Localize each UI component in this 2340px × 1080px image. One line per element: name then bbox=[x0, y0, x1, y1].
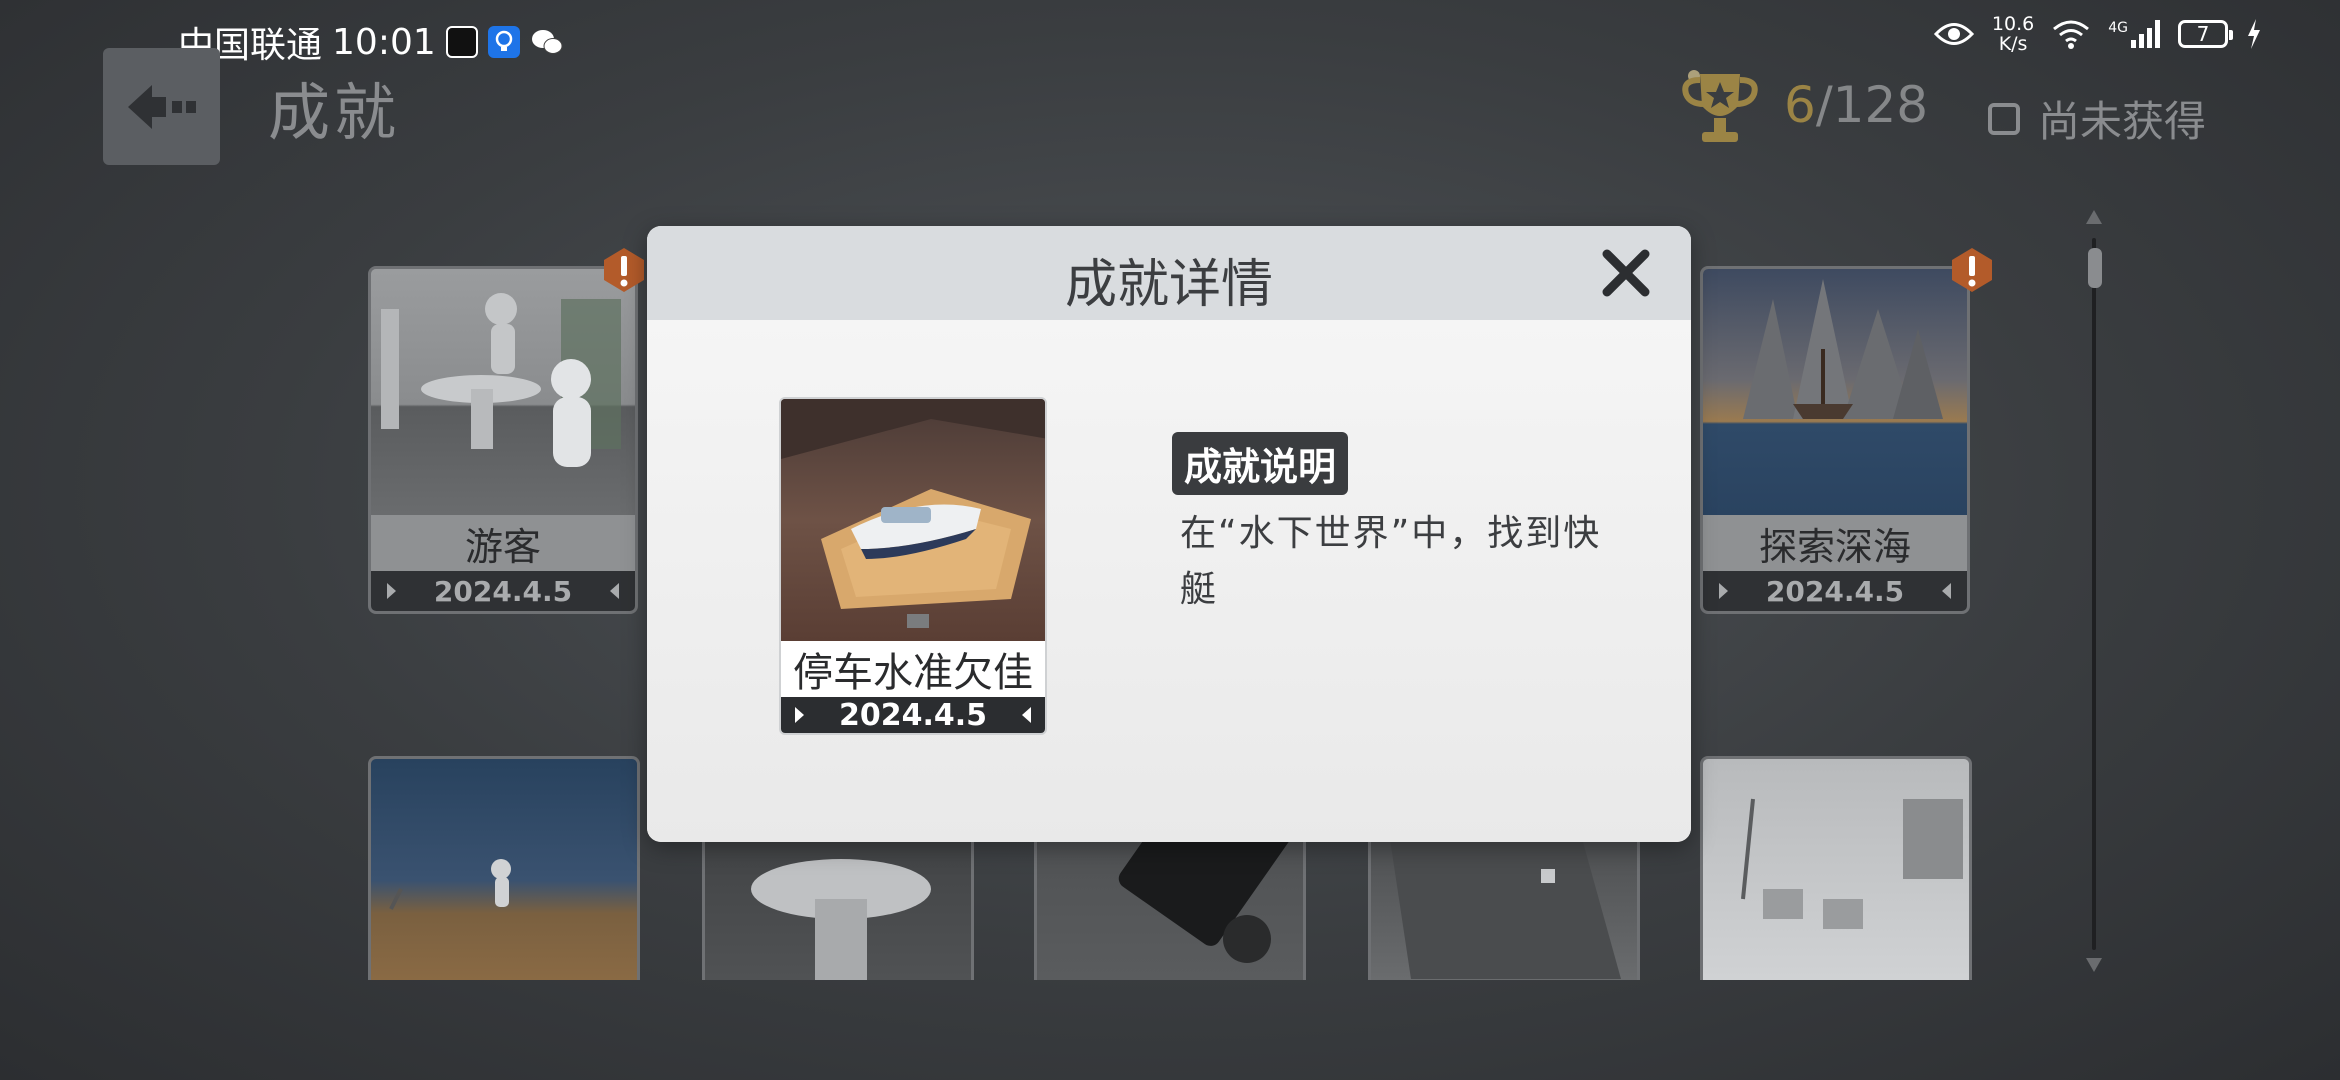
date-left-arrow-icon bbox=[387, 583, 396, 599]
unearned-filter-label: 尚未获得 bbox=[2038, 97, 2207, 146]
achievement-thumbnail bbox=[1703, 269, 1967, 515]
battery-icon: 7 bbox=[2178, 20, 2233, 48]
achievement-date-bar: 2024.4.5 bbox=[1703, 571, 1967, 611]
dialog-title: 成就详情 bbox=[1064, 255, 1273, 315]
date-right-arrow-icon bbox=[609, 583, 619, 599]
achievement-card[interactable]: 探索深海 2024.4.5 bbox=[1700, 266, 1970, 614]
status-bar-left: 中国联通 10:01 bbox=[178, 16, 563, 68]
achievement-card[interactable] bbox=[1700, 756, 1972, 980]
scroll-track-line bbox=[2092, 238, 2096, 950]
achievement-card[interactable] bbox=[368, 756, 640, 980]
wifi-icon bbox=[2053, 20, 2090, 49]
date-left-arrow-icon bbox=[1719, 583, 1728, 599]
description-tag: 成就说明 bbox=[1172, 432, 1349, 495]
achievement-card[interactable]: 游客 2024.4.5 bbox=[368, 266, 638, 614]
page-title: 成就 bbox=[268, 76, 401, 149]
unearned-checkbox[interactable] bbox=[1988, 102, 2020, 135]
date-left-arrow-icon bbox=[795, 707, 804, 723]
achievement-date: 2024.4.5 bbox=[433, 574, 573, 608]
achievement-name: 停车水准欠佳 bbox=[781, 641, 1045, 697]
scrollbar[interactable] bbox=[2086, 210, 2102, 972]
net-speed-unit: K/s bbox=[1998, 33, 2028, 55]
earned-count: 6 bbox=[1784, 76, 1816, 134]
scroll-up-arrow-icon[interactable] bbox=[2086, 210, 2102, 224]
close-icon[interactable] bbox=[1597, 244, 1655, 302]
alert-badge-icon bbox=[604, 248, 644, 292]
dialog-header: 成就详情 bbox=[647, 226, 1691, 320]
net-speed: 10.6 K/s bbox=[1992, 14, 2034, 54]
achievement-thumbnail bbox=[371, 269, 635, 515]
wechat-icon bbox=[530, 26, 563, 58]
total-count: /128 bbox=[1815, 76, 1929, 134]
achievement-date-bar: 2024.4.5 bbox=[371, 571, 635, 611]
achievement-date: 2024.4.5 bbox=[1765, 574, 1905, 608]
charging-icon bbox=[2248, 19, 2260, 49]
achievement-name: 游客 bbox=[371, 515, 635, 571]
selected-achievement-card: 停车水准欠佳 2024.4.5 bbox=[779, 397, 1047, 735]
unearned-filter[interactable]: 尚未获得 bbox=[1988, 88, 2206, 149]
status-bar-right: 10.6 K/s 4G 7 bbox=[1933, 14, 2262, 54]
date-right-arrow-icon bbox=[1941, 583, 1951, 599]
net-speed-value: 10.6 bbox=[1991, 13, 2035, 35]
game-app-icon bbox=[445, 26, 478, 58]
trophy-icon bbox=[1682, 70, 1758, 142]
achievement-thumbnail bbox=[781, 399, 1045, 641]
battery-level: 7 bbox=[2196, 22, 2210, 46]
achievement-date: 2024.4.5 bbox=[838, 697, 988, 733]
scroll-down-arrow-icon[interactable] bbox=[2086, 958, 2102, 972]
alert-badge-icon bbox=[1952, 248, 1992, 292]
scroll-thumb[interactable] bbox=[2088, 248, 2102, 288]
achievement-count: 6/128 bbox=[1784, 76, 1928, 134]
date-right-arrow-icon bbox=[1021, 707, 1031, 723]
eye-icon bbox=[1933, 23, 1974, 45]
clock: 10:01 bbox=[332, 21, 436, 63]
cellular-signal-icon: 4G bbox=[2108, 20, 2160, 48]
achievement-date-bar: 2024.4.5 bbox=[781, 697, 1045, 733]
back-button[interactable] bbox=[103, 48, 220, 165]
bulb-app-icon bbox=[487, 26, 520, 58]
achievement-description: 在“水下世界”中，找到快艇 bbox=[1180, 513, 1602, 610]
achievement-name: 探索深海 bbox=[1703, 515, 1967, 571]
back-arrow-icon bbox=[127, 84, 196, 129]
network-type: 4G bbox=[2108, 20, 2128, 36]
